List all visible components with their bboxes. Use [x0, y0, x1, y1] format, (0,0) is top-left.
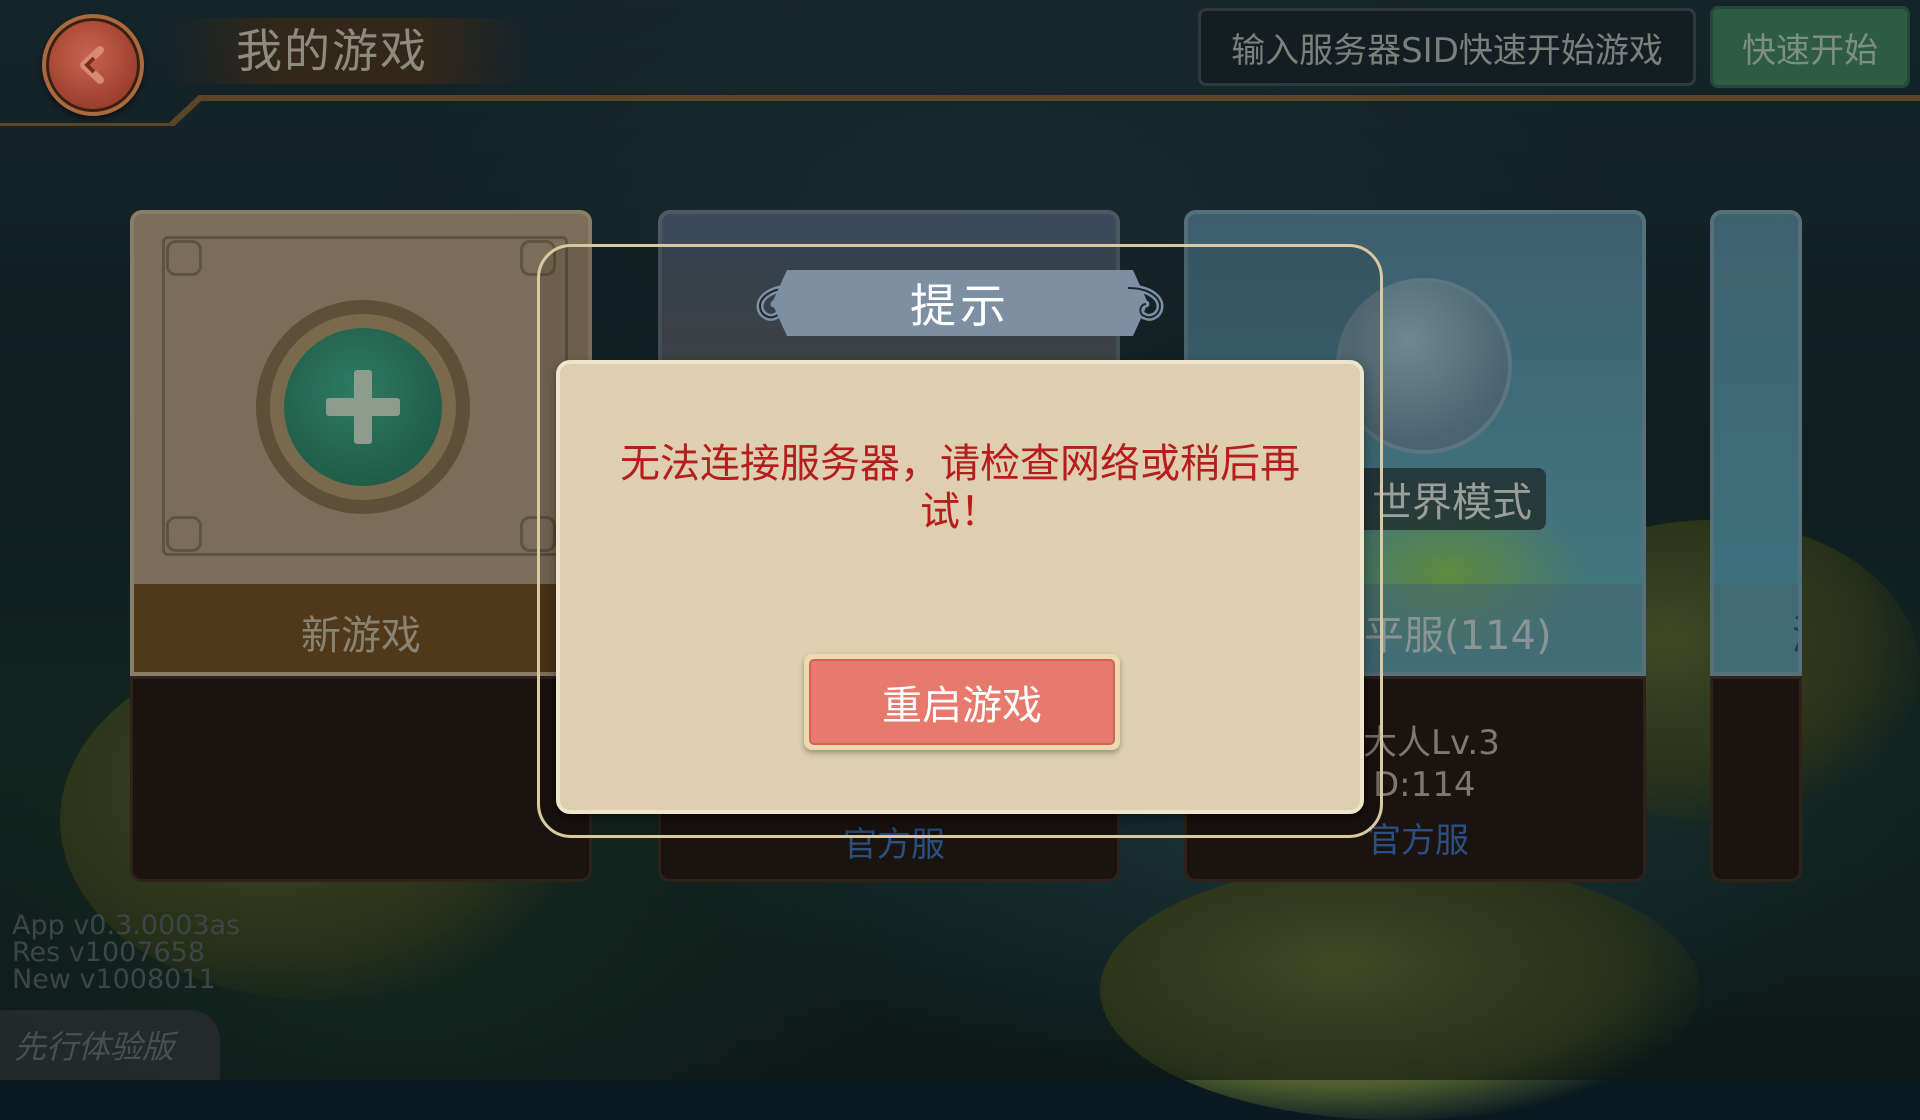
version-info: App v0.3.0003as Res v1007658 New v100801…: [12, 912, 240, 993]
server-sid-input[interactable]: 输入服务器SID快速开始游戏: [1198, 8, 1696, 86]
mode-label: 世界模式: [1358, 468, 1546, 530]
dialog-message-line: 无法连接服务器，请检查网络或稍后再: [620, 441, 1300, 487]
game-card[interactable]: 游: [1710, 210, 1802, 882]
quick-start-button[interactable]: 快速开始: [1710, 6, 1910, 88]
add-circle: [284, 328, 442, 486]
dialog-message: 无法连接服务器，请检查网络或稍后再 试！: [600, 440, 1320, 536]
restart-game-button[interactable]: 重启游戏: [804, 654, 1120, 750]
dialog-title: 提示: [772, 270, 1148, 336]
game-card-face: 游: [1710, 210, 1802, 676]
server-label: 游: [1714, 584, 1798, 672]
new-game-card-face: 新游戏: [130, 210, 592, 676]
dialog-panel: 无法连接服务器，请检查网络或稍后再 试！ 重启游戏: [556, 360, 1364, 814]
new-game-label: 新游戏: [134, 584, 588, 672]
ornament-corner: [166, 516, 202, 552]
dialog-message-line: 试！: [920, 489, 1000, 535]
card-footer: [1710, 676, 1802, 882]
server-id: D:114: [1373, 765, 1476, 805]
back-arrow-icon: [80, 46, 104, 84]
dialog-title-banner: 提示: [752, 270, 1168, 336]
restart-game-label: 重启游戏: [809, 659, 1115, 745]
header-divider: [0, 95, 1920, 126]
server-name: 游: [1792, 603, 1798, 661]
official-server-label: 官方服: [1367, 821, 1469, 861]
player-info: 大人Lv.3: [1363, 723, 1500, 763]
res-version: Res v1007658: [12, 937, 206, 968]
new-game-card[interactable]: 新游戏: [130, 210, 592, 882]
new-version: New v1008011: [12, 964, 216, 995]
card-footer: [130, 676, 592, 882]
page-title: 我的游戏: [236, 24, 428, 78]
app-version: App v0.3.0003as: [12, 910, 241, 941]
ornament-corner: [166, 240, 202, 276]
back-button[interactable]: [42, 14, 144, 116]
server-name: 平服(114): [1364, 613, 1552, 659]
scroll-ornament-icon: [1124, 284, 1164, 321]
add-game-button[interactable]: [256, 300, 470, 514]
plus-icon: [326, 370, 400, 444]
beta-tag: 先行体验版: [0, 1010, 220, 1080]
add-ring: [270, 314, 456, 500]
